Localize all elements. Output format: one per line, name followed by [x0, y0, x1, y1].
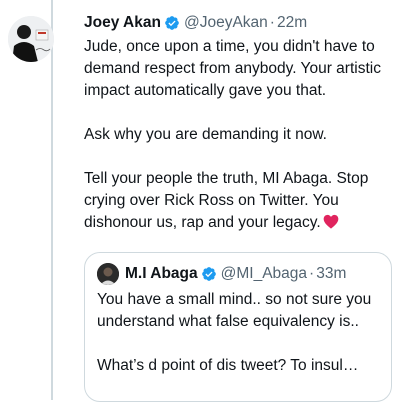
- verified-badge-icon: [164, 15, 180, 31]
- quoted-tweet-text: You have a small mind.. so not sure you …: [97, 289, 387, 377]
- quoted-tweet-header: M.I Abaga @MI_Abaga · 33m: [97, 263, 346, 285]
- tweet-header: Joey Akan @JoeyAkan · 22m: [84, 12, 390, 34]
- tweet[interactable]: Joey Akan @JoeyAkan · 22m Jude, once upo…: [84, 12, 390, 234]
- separator-dot: ·: [269, 14, 275, 31]
- quoted-tweet[interactable]: M.I Abaga @MI_Abaga · 33m You have a sma…: [84, 252, 392, 402]
- quoted-author-avatar: [97, 263, 119, 285]
- red-heart-icon: [323, 214, 339, 229]
- separator-dot: ·: [309, 265, 315, 282]
- author-avatar[interactable]: [8, 16, 54, 62]
- verified-badge-icon: [201, 266, 217, 282]
- tweet-paragraph: Ask why you are demanding it now.: [84, 126, 327, 143]
- quoted-author-handle: @MI_Abaga: [220, 265, 308, 282]
- tweet-paragraph: Jude, once upon a time, you didn't have …: [84, 38, 381, 99]
- quoted-text-line: What’s d point of dis tweet? To insul…: [97, 357, 359, 374]
- author-handle[interactable]: @JoeyAkan: [184, 14, 268, 32]
- timestamp[interactable]: 22m: [277, 14, 307, 32]
- quoted-author-name: M.I Abaga: [125, 265, 198, 282]
- thread-line: [51, 0, 53, 400]
- tweet-text: Jude, once upon a time, you didn't have …: [84, 36, 390, 234]
- quoted-timestamp: 33m: [316, 265, 347, 282]
- author-name[interactable]: Joey Akan: [84, 14, 161, 32]
- quoted-text-line: You have a small mind.. so not sure you …: [97, 291, 372, 330]
- tweet-paragraph-last: Tell your people the truth, MI Abaga. St…: [84, 168, 390, 234]
